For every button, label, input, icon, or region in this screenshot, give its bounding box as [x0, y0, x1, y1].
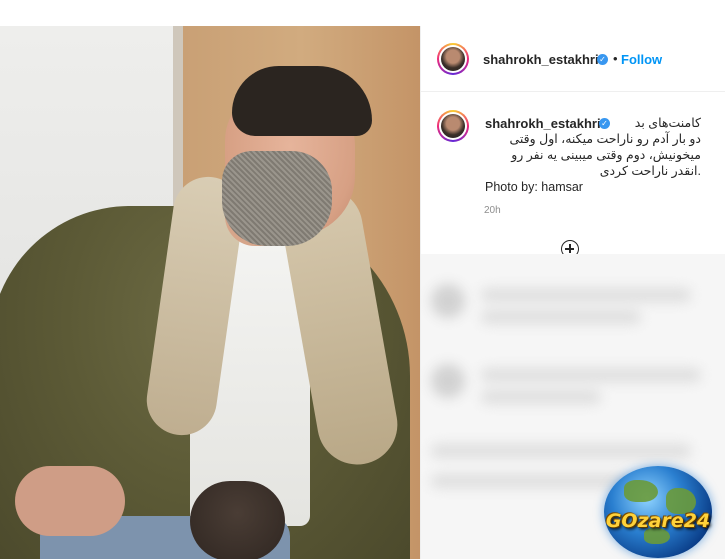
post-photo[interactable]: [0, 26, 420, 559]
watermark-text: GOzare24: [605, 510, 711, 532]
caption-line-4: .انقدر ناراحت کردی: [599, 164, 701, 178]
caption-credit: Photo by: hamsar: [485, 180, 583, 194]
caption-line-2: دو بار آدم رو ناراحت میکنه، اول وقتی: [509, 132, 701, 146]
verified-badge-icon: ✓: [597, 54, 608, 65]
avatar-photo: [441, 47, 465, 71]
post-header: shahrokh_estakhri ✓ • Follow: [421, 26, 725, 92]
site-watermark-logo: GOzare24: [594, 466, 722, 558]
avatar-photo: [441, 114, 465, 138]
caption-author-avatar[interactable]: [437, 110, 469, 142]
photo-hat: [190, 481, 285, 559]
post-timestamp[interactable]: 20h: [484, 205, 501, 216]
author-avatar[interactable]: [437, 43, 469, 75]
follow-button[interactable]: Follow: [621, 52, 662, 67]
photo-hair: [232, 66, 372, 136]
header-separator: •: [613, 51, 618, 66]
post-caption: کامنت‌های بد دو بار آدم رو ناراحت میکنه،…: [485, 115, 701, 195]
header-username[interactable]: shahrokh_estakhri: [483, 52, 599, 67]
caption-line-1: کامنت‌های بد: [634, 116, 701, 130]
caption-line-3: میخونیش، دوم وقتی میبینی یه نفر رو: [511, 148, 701, 162]
photo-face-mask: [222, 151, 332, 246]
photo-hand: [15, 466, 125, 536]
top-strip: [0, 0, 725, 26]
